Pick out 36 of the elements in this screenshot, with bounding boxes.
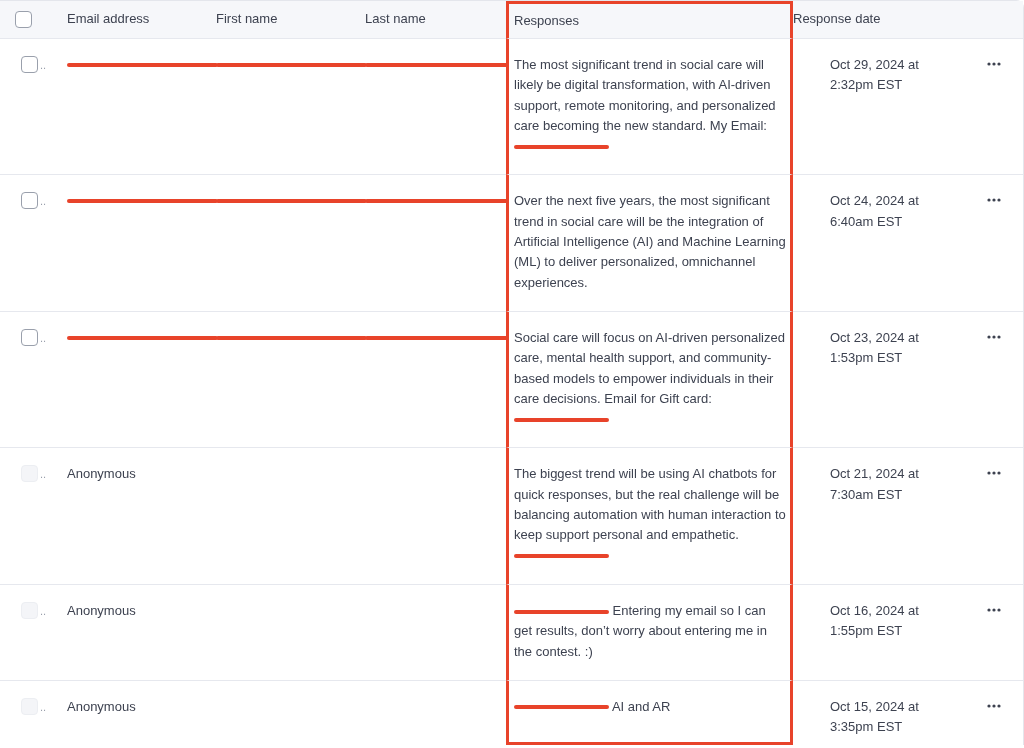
response-text: Over the next five years, the most significant trend in social care will be the integration of Artificial Intelligence (AI) and Machine Learning (ML) to deliver personalized, omnichannel experiences. bbox=[514, 192, 786, 292]
more-icon[interactable] bbox=[987, 198, 1001, 203]
more-icon[interactable] bbox=[987, 471, 1001, 476]
response-date: Oct 15, 2024 at 3:35pm EST bbox=[830, 697, 920, 737]
response-text: Social care will focus on AI-driven personalized care, mental health support, and community-based models to empower individuals in their care decisions. Email for Gift card: bbox=[514, 327, 786, 430]
response-date: Oct 29, 2024 at 2:32pm EST bbox=[830, 56, 920, 95]
response-date: Oct 23, 2024 at 1:53pm EST bbox=[830, 328, 920, 368]
more-icon[interactable] bbox=[987, 703, 1001, 708]
response-date: Oct 16, 2024 at 1:55pm EST bbox=[830, 601, 920, 641]
response-date: Oct 21, 2024 at 7:30am EST bbox=[830, 465, 920, 504]
column-header[interactable]: Last name bbox=[365, 9, 426, 30]
response-text: AI and AR bbox=[514, 696, 786, 718]
response-text: Entering my email so I can get results, don’t worry about entering me in the contest. :) bbox=[514, 601, 768, 661]
column-header[interactable]: Responses bbox=[514, 10, 580, 32]
response-date: Oct 24, 2024 at 6:40am EST bbox=[830, 192, 920, 231]
response-text: The most significant trend in social care will likely be digital transformation, with AI-driven support, remote monitoring, and personalized care becoming the new standard. My Email: bbox=[514, 55, 786, 157]
column-header[interactable]: Email address bbox=[67, 9, 150, 30]
more-icon[interactable] bbox=[987, 334, 1001, 339]
column-header[interactable]: First name bbox=[216, 9, 278, 30]
more-icon[interactable] bbox=[987, 62, 1001, 66]
truncated-text: .. bbox=[40, 194, 47, 210]
email-cell: Anonymous bbox=[67, 698, 136, 714]
checkbox[interactable] bbox=[15, 11, 32, 28]
email-cell: Anonymous bbox=[67, 602, 136, 618]
checkbox[interactable] bbox=[21, 328, 38, 346]
truncated-text: .. bbox=[40, 467, 47, 483]
email-cell: Anonymous bbox=[67, 466, 136, 482]
truncated-text: .. bbox=[40, 58, 47, 73]
response-text: The biggest trend will be using AI chatbots for quick responses, but the real challenge will be balancing automation with human interaction to keep support personal and empathetic. bbox=[514, 464, 786, 566]
checkbox[interactable] bbox=[21, 192, 38, 210]
column-header[interactable]: Response date bbox=[793, 9, 881, 30]
truncated-text: .. bbox=[40, 603, 47, 619]
truncated-text: .. bbox=[40, 330, 47, 346]
checkbox[interactable] bbox=[21, 56, 38, 73]
truncated-text: .. bbox=[40, 699, 47, 715]
more-icon[interactable] bbox=[987, 607, 1001, 612]
